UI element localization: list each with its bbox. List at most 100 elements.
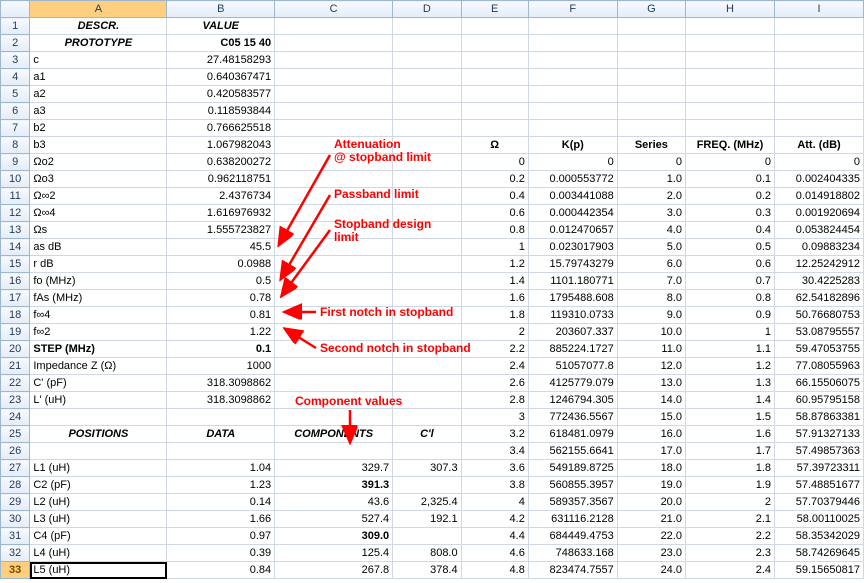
row-head[interactable]: 16: [1, 273, 30, 290]
cell-I12[interactable]: 0.001920694: [775, 205, 864, 222]
row-head[interactable]: 3: [1, 52, 30, 69]
cell-H16[interactable]: 0.7: [685, 273, 774, 290]
row-head[interactable]: 10: [1, 171, 30, 188]
cell-F19[interactable]: 203607.337: [528, 324, 617, 341]
cell-G18[interactable]: 9.0: [617, 307, 685, 324]
cell-F25[interactable]: 618481.0979: [528, 426, 617, 443]
row-head[interactable]: 4: [1, 69, 30, 86]
cell-D25[interactable]: C'l: [393, 426, 461, 443]
cell-C29[interactable]: 43.6: [275, 494, 393, 511]
cell-B33[interactable]: 0.84: [167, 562, 275, 579]
cell-D7[interactable]: [393, 120, 461, 137]
cell-C18[interactable]: [275, 307, 393, 324]
cell-C5[interactable]: [275, 86, 393, 103]
cell-I14[interactable]: 0.09883234: [775, 239, 864, 256]
cell-B19[interactable]: 1.22: [167, 324, 275, 341]
cell-B21[interactable]: 1000: [167, 358, 275, 375]
cell-B31[interactable]: 0.97: [167, 528, 275, 545]
cell-C2[interactable]: [275, 35, 393, 52]
cell-H7[interactable]: [685, 120, 774, 137]
table-row[interactable]: 9Ωο20.63820027200000: [1, 154, 864, 171]
cell-A30[interactable]: L3 (uH): [30, 511, 167, 528]
cell-F4[interactable]: [528, 69, 617, 86]
col-head-B[interactable]: B: [167, 1, 275, 18]
cell-F12[interactable]: 0.000442354: [528, 205, 617, 222]
cell-H20[interactable]: 1.1: [685, 341, 774, 358]
cell-I15[interactable]: 12.25242912: [775, 256, 864, 273]
cell-I21[interactable]: 77.08055963: [775, 358, 864, 375]
cell-G1[interactable]: [617, 18, 685, 35]
cell-I32[interactable]: 58.74269645: [775, 545, 864, 562]
cell-B22[interactable]: 318.3098862: [167, 375, 275, 392]
row-head[interactable]: 6: [1, 103, 30, 120]
cell-F23[interactable]: 1246794.305: [528, 392, 617, 409]
cell-H11[interactable]: 0.2: [685, 188, 774, 205]
cell-B20[interactable]: 0.1: [167, 341, 275, 358]
cell-B10[interactable]: 0.962118751: [167, 171, 275, 188]
cell-F8[interactable]: K(p): [528, 137, 617, 154]
table-row[interactable]: 4a10.640367471: [1, 69, 864, 86]
cell-D21[interactable]: [393, 358, 461, 375]
cell-C8[interactable]: [275, 137, 393, 154]
cell-E31[interactable]: 4.4: [461, 528, 528, 545]
table-row[interactable]: 31C4 (pF)0.97309.04.4684449.475322.02.25…: [1, 528, 864, 545]
cell-G9[interactable]: 0: [617, 154, 685, 171]
cell-F27[interactable]: 549189.8725: [528, 460, 617, 477]
cell-B28[interactable]: 1.23: [167, 477, 275, 494]
cell-I30[interactable]: 58.00110025: [775, 511, 864, 528]
cell-E27[interactable]: 3.6: [461, 460, 528, 477]
cell-G28[interactable]: 19.0: [617, 477, 685, 494]
cell-G29[interactable]: 20.0: [617, 494, 685, 511]
table-row[interactable]: 29L2 (uH)0.1443.62,325.44589357.356720.0…: [1, 494, 864, 511]
cell-A4[interactable]: a1: [30, 69, 167, 86]
cell-E10[interactable]: 0.2: [461, 171, 528, 188]
row-head[interactable]: 17: [1, 290, 30, 307]
cell-H13[interactable]: 0.4: [685, 222, 774, 239]
cell-D18[interactable]: [393, 307, 461, 324]
cell-B5[interactable]: 0.420583577: [167, 86, 275, 103]
cell-B32[interactable]: 0.39: [167, 545, 275, 562]
cell-F30[interactable]: 631116.2128: [528, 511, 617, 528]
cell-C16[interactable]: [275, 273, 393, 290]
cell-D20[interactable]: [393, 341, 461, 358]
cell-E16[interactable]: 1.4: [461, 273, 528, 290]
table-row[interactable]: 28C2 (pF)1.23391.33.8560855.395719.01.95…: [1, 477, 864, 494]
table-row[interactable]: 18f∞40.811.8119310.07339.00.950.76680753: [1, 307, 864, 324]
cell-C10[interactable]: [275, 171, 393, 188]
table-row[interactable]: 8b31.067982043ΩK(p)SeriesFREQ. (MHz)Att.…: [1, 137, 864, 154]
cell-D31[interactable]: [393, 528, 461, 545]
col-head-D[interactable]: D: [393, 1, 461, 18]
cell-C32[interactable]: 125.4: [275, 545, 393, 562]
row-head[interactable]: 27: [1, 460, 30, 477]
cell-C26[interactable]: [275, 443, 393, 460]
cell-E18[interactable]: 1.8: [461, 307, 528, 324]
cell-H4[interactable]: [685, 69, 774, 86]
cell-A31[interactable]: C4 (pF): [30, 528, 167, 545]
cell-A33[interactable]: L5 (uH): [30, 562, 167, 579]
cell-A18[interactable]: f∞4: [30, 307, 167, 324]
cell-G14[interactable]: 5.0: [617, 239, 685, 256]
column-header-row[interactable]: A B C D E F G H I: [1, 1, 864, 18]
cell-F5[interactable]: [528, 86, 617, 103]
cell-H6[interactable]: [685, 103, 774, 120]
cell-F10[interactable]: 0.000553772: [528, 171, 617, 188]
cell-D33[interactable]: 378.4: [393, 562, 461, 579]
cell-H1[interactable]: [685, 18, 774, 35]
row-head[interactable]: 9: [1, 154, 30, 171]
cell-E1[interactable]: [461, 18, 528, 35]
table-row[interactable]: 15r dB0.09881.215.797432796.00.612.25242…: [1, 256, 864, 273]
cell-E7[interactable]: [461, 120, 528, 137]
cell-D14[interactable]: [393, 239, 461, 256]
cell-G19[interactable]: 10.0: [617, 324, 685, 341]
cell-D13[interactable]: [393, 222, 461, 239]
cell-A9[interactable]: Ωο2: [30, 154, 167, 171]
cell-F2[interactable]: [528, 35, 617, 52]
cell-F15[interactable]: 15.79743279: [528, 256, 617, 273]
cell-A21[interactable]: Impedance Z (Ω): [30, 358, 167, 375]
cell-F24[interactable]: 772436.5567: [528, 409, 617, 426]
cell-C7[interactable]: [275, 120, 393, 137]
cell-H22[interactable]: 1.3: [685, 375, 774, 392]
cell-C6[interactable]: [275, 103, 393, 120]
table-row[interactable]: 12Ω∞41.6169769320.60.0004423543.00.30.00…: [1, 205, 864, 222]
cell-D8[interactable]: [393, 137, 461, 154]
